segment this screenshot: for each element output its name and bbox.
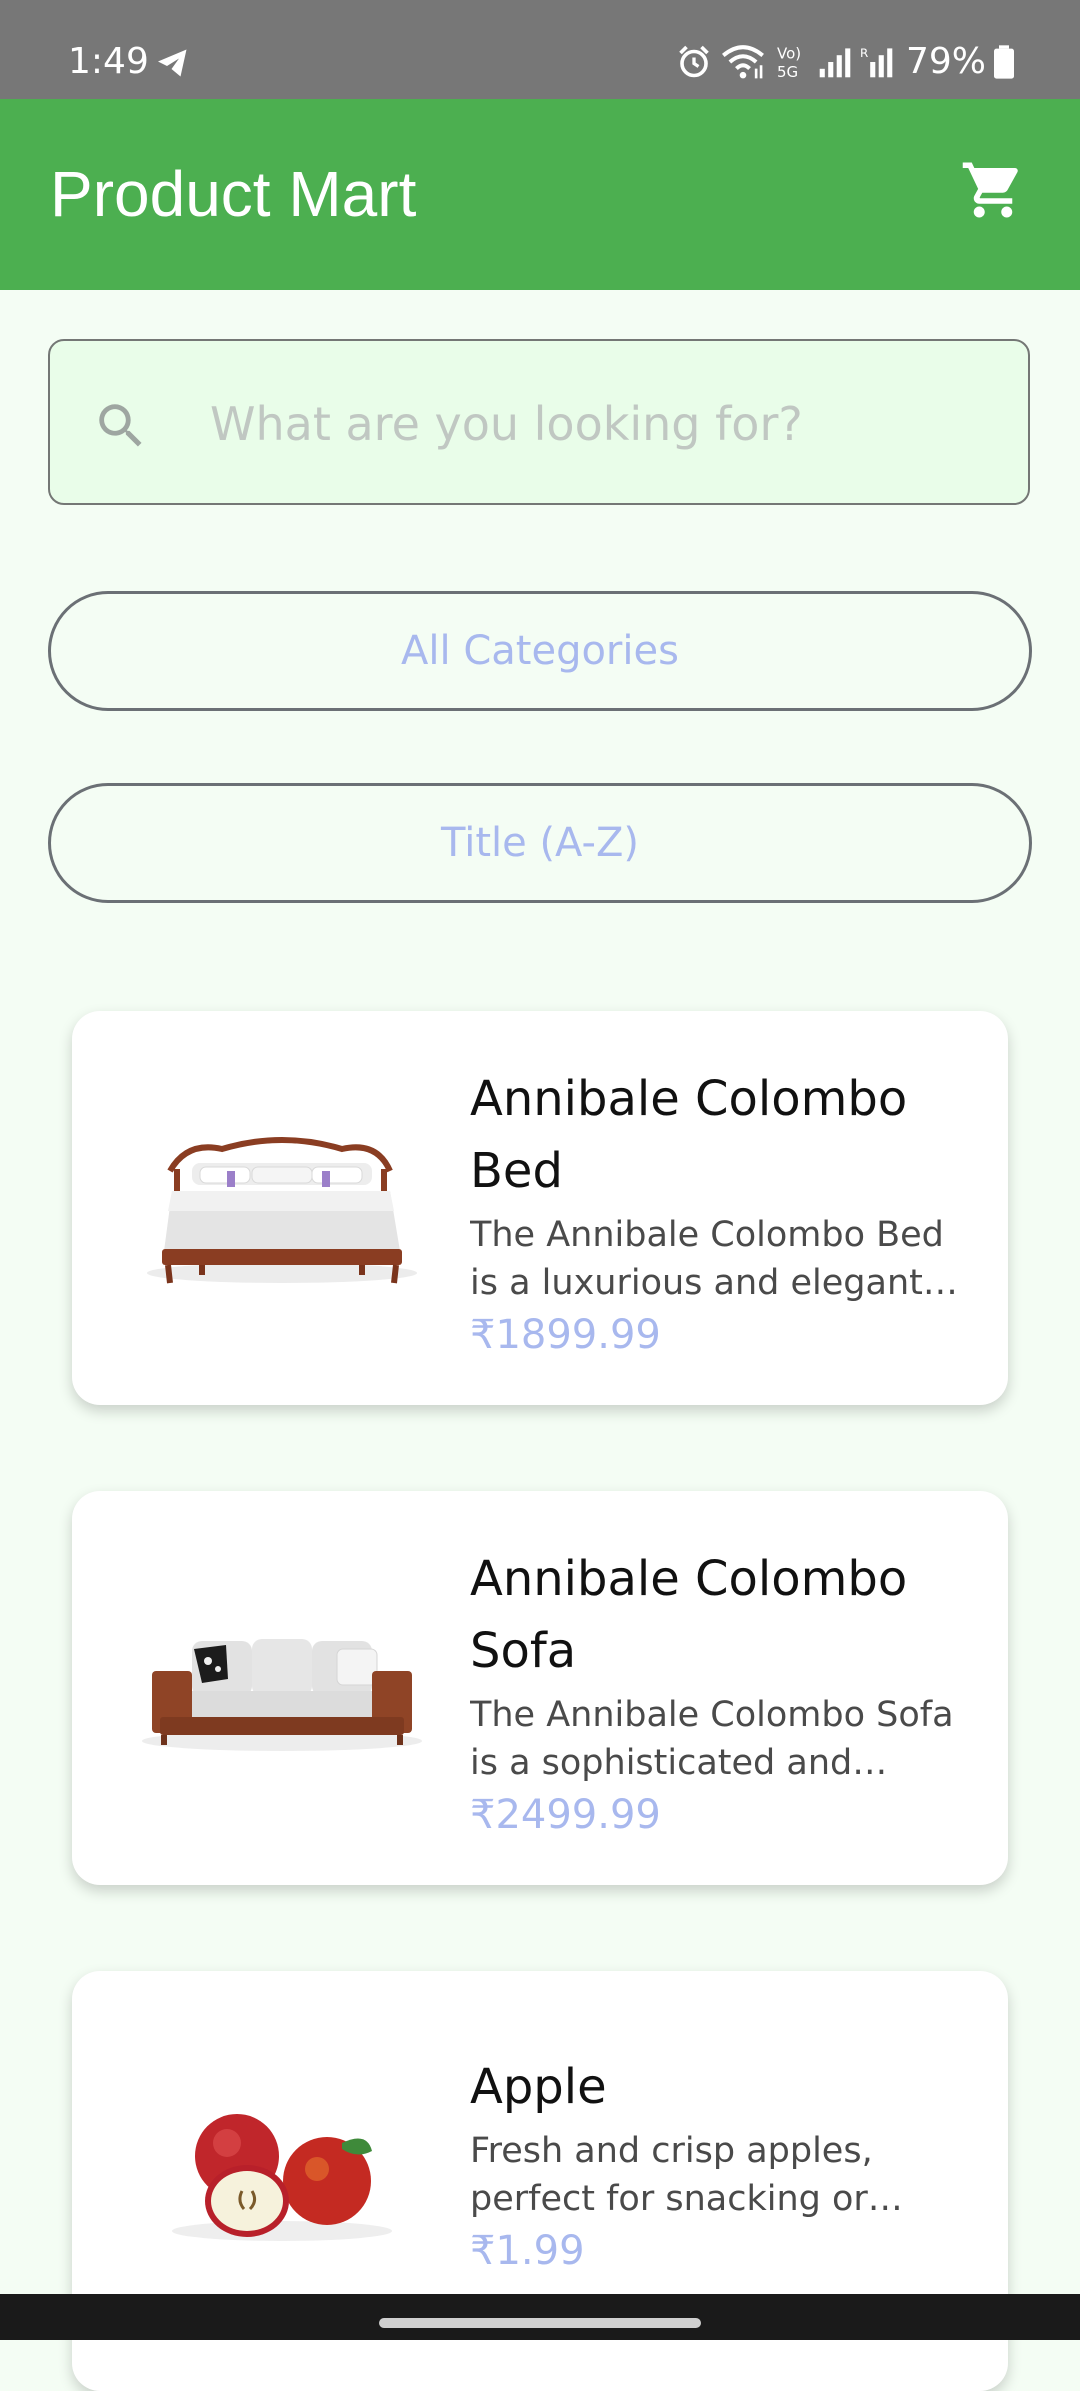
product-info: Annibale Colombo Sofa The Annibale Colom… (470, 1543, 970, 1843)
bed-image (147, 1137, 417, 1284)
app-bar: Product Mart (0, 99, 1080, 290)
sort-label: Title (A-Z) (441, 820, 639, 866)
product-card[interactable]: Annibale Colombo Sofa The Annibale Colom… (72, 1491, 1008, 1885)
apple-image (172, 2114, 392, 2241)
status-bar: 1:49 Vo) 5G R 79% (0, 0, 1080, 99)
volte-icon: Vo) 5G (777, 45, 801, 81)
category-dropdown[interactable]: All Categories (48, 591, 1032, 711)
battery-icon (994, 45, 1014, 79)
search-input[interactable] (208, 371, 992, 477)
status-icons: Vo) 5G R 79% (676, 38, 1014, 86)
sort-dropdown[interactable]: Title (A-Z) (48, 783, 1032, 903)
search-box[interactable] (48, 339, 1030, 505)
svg-text:R: R (860, 46, 868, 60)
svg-text:5G: 5G (777, 63, 798, 81)
home-gesture-handle[interactable] (379, 2318, 701, 2328)
product-title: Apple (470, 2059, 607, 2115)
telegram-icon (158, 49, 187, 77)
svg-text:Vo): Vo) (777, 45, 801, 63)
product-price: ₹1899.99 (470, 1312, 661, 1358)
category-label: All Categories (401, 628, 679, 674)
product-price: ₹2499.99 (470, 1792, 661, 1838)
product-info: Apple Fresh and crisp apples, perfect fo… (470, 2051, 970, 2279)
shopping-cart-icon (962, 162, 1018, 218)
alarm-icon (679, 45, 709, 78)
product-card[interactable]: Annibale Colombo Bed The Annibale Colomb… (72, 1011, 1008, 1405)
wifi-icon (722, 45, 764, 79)
app-title: Product Mart (50, 158, 417, 230)
cart-button[interactable] (960, 157, 1026, 223)
battery-percent: 79% (905, 41, 986, 82)
search-icon (99, 404, 142, 447)
navigation-bar (0, 2294, 1080, 2340)
sofa-image (142, 1639, 422, 1751)
product-description: Fresh and crisp apples, perfect for snac… (470, 2131, 873, 2219)
signal-icon (819, 48, 851, 78)
product-title: Annibale Colombo Sofa (470, 1551, 908, 1679)
product-description: The Annibale Colombo Sofa is a sophistic… (470, 1695, 954, 1783)
product-description: The Annibale Colombo Bed is a luxurious … (470, 1215, 944, 1303)
signal-roaming-icon: R (860, 46, 893, 78)
product-title: Annibale Colombo Bed (470, 1071, 908, 1199)
product-info: Annibale Colombo Bed The Annibale Colomb… (470, 1063, 970, 1363)
status-time: 1:49 (68, 41, 149, 82)
product-price: ₹1.99 (470, 2228, 585, 2274)
